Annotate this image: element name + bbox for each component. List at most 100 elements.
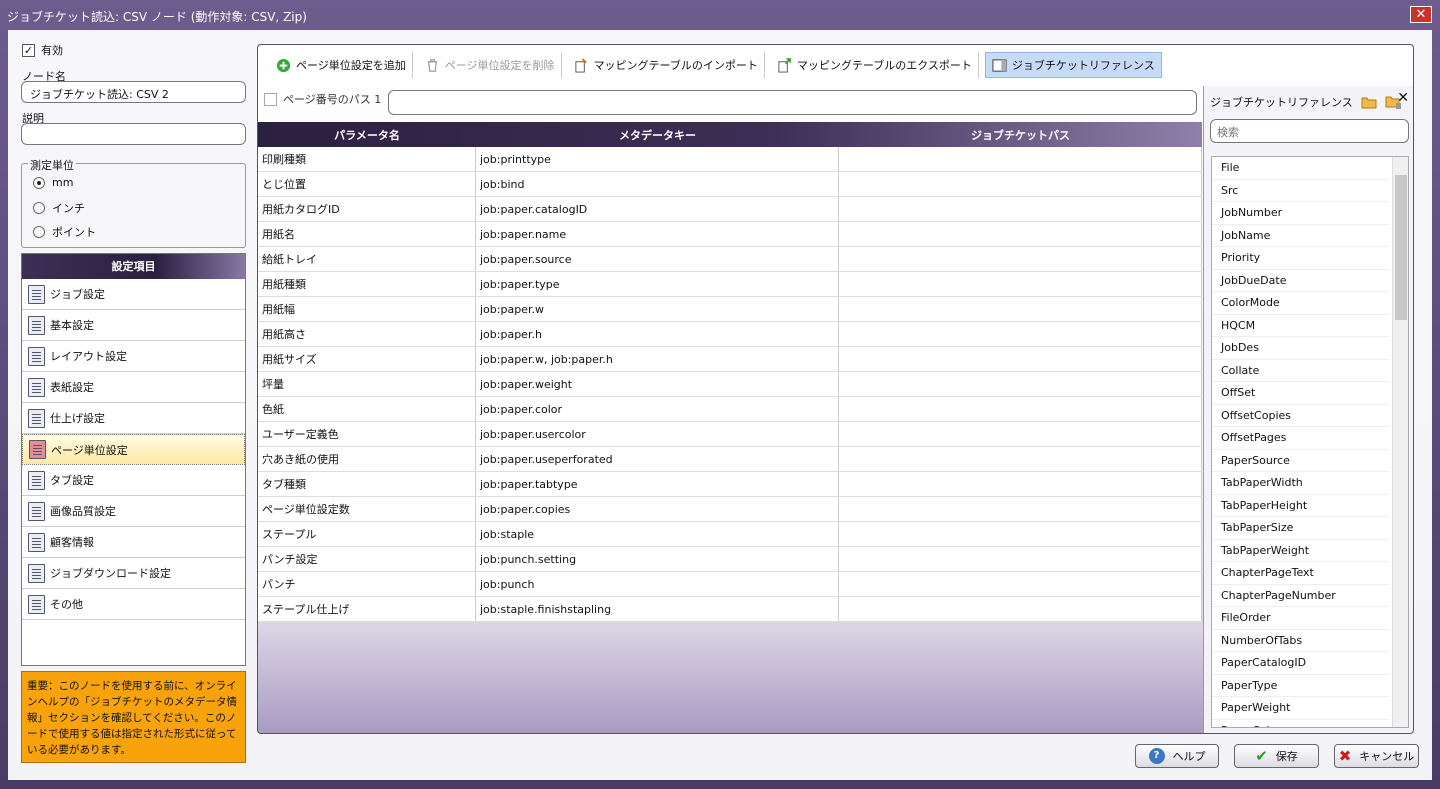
import-mapping-button[interactable]: マッピングテーブルのインポート (568, 52, 765, 78)
settings-item[interactable]: レイアウト設定 (22, 341, 245, 372)
reference-item[interactable]: OffSet (1212, 382, 1388, 405)
node-name-input[interactable]: ジョブチケット読込: CSV 2 (21, 81, 246, 103)
jobticket-path-cell[interactable] (839, 147, 1202, 171)
jobticket-path-cell[interactable] (839, 272, 1202, 296)
jobticket-path-cell[interactable] (839, 497, 1202, 521)
reference-item[interactable]: JobName (1212, 225, 1388, 247)
header-metadata-key[interactable]: メタデータキー (476, 122, 839, 147)
reference-item[interactable]: File (1212, 157, 1388, 180)
reference-item[interactable]: PaperCatalogID (1212, 652, 1388, 675)
table-row[interactable]: パンチ job:punch (258, 572, 1202, 597)
table-row[interactable]: 穴あき紙の使用 job:paper.useperforated (258, 447, 1202, 472)
unit-mm[interactable]: mm (33, 176, 73, 189)
description-input[interactable] (21, 123, 246, 145)
settings-item[interactable]: ページ単位設定 (22, 434, 245, 465)
reference-item[interactable]: ColorMode (1212, 292, 1388, 315)
radio-point[interactable] (33, 226, 45, 238)
table-row[interactable]: 色紙 job:paper.color (258, 397, 1202, 422)
reference-item[interactable]: Priority (1212, 247, 1388, 270)
reference-item[interactable]: TabPaperHeight (1212, 495, 1388, 517)
jobticket-reference-toggle[interactable]: ジョブチケットリファレンス (984, 52, 1162, 78)
save-button[interactable]: ✔ 保存 (1234, 744, 1319, 768)
jobticket-path-cell[interactable] (839, 522, 1202, 546)
jobticket-path-cell[interactable] (839, 347, 1202, 371)
settings-item[interactable]: ジョブ設定 (22, 279, 245, 310)
jobticket-path-cell[interactable] (839, 422, 1202, 446)
help-button[interactable]: ? ヘルプ (1135, 744, 1219, 768)
export-mapping-button[interactable]: マッピングテーブルのエクスポート (771, 52, 979, 78)
delete-page-setting-button[interactable]: ページ単位設定を削除 (419, 52, 562, 78)
jobticket-path-cell[interactable] (839, 297, 1202, 321)
settings-item[interactable]: 画像品質設定 (22, 496, 245, 527)
settings-item[interactable]: タブ設定 (22, 465, 245, 496)
reference-item[interactable]: TabPaperWidth (1212, 472, 1388, 495)
table-row[interactable]: 用紙サイズ job:paper.w, job:paper.h (258, 347, 1202, 372)
settings-item[interactable]: その他 (22, 589, 245, 620)
reference-item[interactable]: PaperType (1212, 675, 1388, 697)
add-page-setting-button[interactable]: ページ単位設定を追加 (270, 52, 413, 78)
reference-item[interactable]: PaperColor (1212, 720, 1388, 727)
settings-item[interactable]: 基本設定 (22, 310, 245, 341)
settings-item[interactable]: 表紙設定 (22, 372, 245, 403)
reference-close-button[interactable]: ✕ (1397, 90, 1409, 106)
jobticket-path-cell[interactable] (839, 597, 1202, 621)
table-row[interactable]: 用紙高さ job:paper.h (258, 322, 1202, 347)
unit-point[interactable]: ポイント (33, 224, 96, 240)
reference-item[interactable]: OffsetCopies (1212, 405, 1388, 427)
radio-mm[interactable] (33, 176, 45, 189)
reference-search-input[interactable]: 検索 (1210, 119, 1409, 143)
page-path-input[interactable] (388, 90, 1197, 115)
table-row[interactable]: 用紙幅 job:paper.w (258, 297, 1202, 322)
reference-item[interactable]: ChapterPageText (1212, 562, 1388, 585)
header-jobticket-path[interactable]: ジョブチケットパス (839, 122, 1202, 147)
folder-open-icon[interactable] (1361, 96, 1377, 109)
cancel-button[interactable]: ✖ キャンセル (1334, 744, 1419, 768)
jobticket-path-cell[interactable] (839, 472, 1202, 496)
reference-scrollbar[interactable] (1392, 157, 1408, 727)
reference-item[interactable]: JobDes (1212, 337, 1388, 360)
reference-item[interactable]: PaperWeight (1212, 697, 1388, 720)
reference-item[interactable]: OffsetPages (1212, 427, 1388, 450)
jobticket-path-cell[interactable] (839, 547, 1202, 571)
enabled-row[interactable]: ✓ 有効 (22, 42, 63, 58)
table-row[interactable]: 印刷種類 job:printtype (258, 147, 1202, 172)
radio-inch[interactable] (33, 202, 45, 214)
table-row[interactable]: ステープル仕上げ job:staple.finishstapling (258, 597, 1202, 622)
jobticket-path-cell[interactable] (839, 572, 1202, 596)
reference-item[interactable]: PaperSource (1212, 450, 1388, 472)
table-row[interactable]: ページ単位設定数 job:paper.copies (258, 497, 1202, 522)
close-window-button[interactable]: ✕ (1410, 6, 1432, 23)
jobticket-path-cell[interactable] (839, 222, 1202, 246)
table-row[interactable]: タブ種類 job:paper.tabtype (258, 472, 1202, 497)
table-row[interactable]: 用紙名 job:paper.name (258, 222, 1202, 247)
enabled-checkbox[interactable]: ✓ (22, 43, 35, 57)
jobticket-path-cell[interactable] (839, 322, 1202, 346)
reference-item[interactable]: NumberOfTabs (1212, 630, 1388, 652)
settings-item[interactable]: 顧客情報 (22, 527, 245, 558)
reference-item[interactable]: Collate (1212, 360, 1388, 382)
reference-item[interactable]: FileOrder (1212, 607, 1388, 630)
scrollbar-thumb[interactable] (1395, 175, 1407, 320)
table-row[interactable]: パンチ設定 job:punch.setting (258, 547, 1202, 572)
reference-item[interactable]: ChapterPageNumber (1212, 585, 1388, 607)
page-path-checkbox[interactable] (264, 92, 277, 106)
reference-item[interactable]: HQCM (1212, 315, 1388, 337)
header-param-name[interactable]: パラメータ名 (258, 122, 476, 147)
reference-item[interactable]: Src (1212, 180, 1388, 202)
reference-item[interactable]: TabPaperWeight (1212, 540, 1388, 562)
jobticket-path-cell[interactable] (839, 172, 1202, 196)
table-row[interactable]: 用紙カタログID job:paper.catalogID (258, 197, 1202, 222)
jobticket-path-cell[interactable] (839, 197, 1202, 221)
table-row[interactable]: ユーザー定義色 job:paper.usercolor (258, 422, 1202, 447)
jobticket-path-cell[interactable] (839, 447, 1202, 471)
table-row[interactable]: ステープル job:staple (258, 522, 1202, 547)
jobticket-path-cell[interactable] (839, 397, 1202, 421)
jobticket-path-cell[interactable] (839, 247, 1202, 271)
table-row[interactable]: とじ位置 job:bind (258, 172, 1202, 197)
reference-item[interactable]: JobNumber (1212, 202, 1388, 225)
jobticket-path-cell[interactable] (839, 372, 1202, 396)
reference-item[interactable]: JobDueDate (1212, 270, 1388, 292)
table-row[interactable]: 用紙種類 job:paper.type (258, 272, 1202, 297)
settings-item[interactable]: ジョブダウンロード設定 (22, 558, 245, 589)
unit-inch[interactable]: インチ (33, 200, 85, 216)
